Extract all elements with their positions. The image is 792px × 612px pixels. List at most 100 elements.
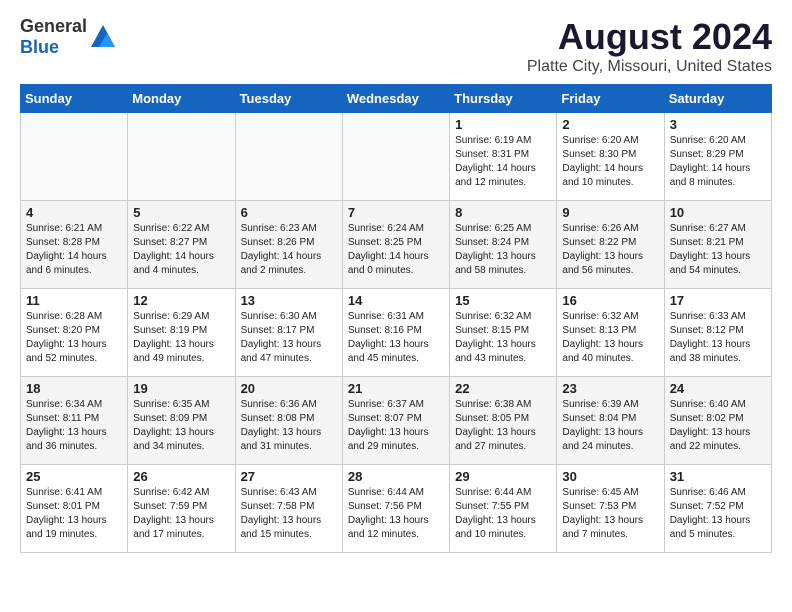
header-row: SundayMondayTuesdayWednesdayThursdayFrid… <box>21 85 772 113</box>
day-number: 16 <box>562 293 658 308</box>
day-info: Sunrise: 6:38 AM Sunset: 8:05 PM Dayligh… <box>455 398 551 454</box>
week-row-2: 4Sunrise: 6:21 AM Sunset: 8:28 PM Daylig… <box>21 201 772 289</box>
day-number: 31 <box>670 469 766 484</box>
day-cell: 6 Sunrise: 6:23 AM Sunset: 8:26 PM Daylig… <box>235 201 342 289</box>
day-info: Sunrise: 6:24 AM Sunset: 8:25 PM Dayligh… <box>348 222 444 278</box>
day-cell: 4Sunrise: 6:21 AM Sunset: 8:28 PM Daylig… <box>21 201 128 289</box>
day-number: 28 <box>348 469 444 484</box>
day-info: Sunrise: 6:44 AM Sunset: 7:56 PM Dayligh… <box>348 486 444 542</box>
day-number: 2 <box>562 117 658 132</box>
day-info: Sunrise: 6:30 AM Sunset: 8:17 PM Dayligh… <box>241 310 337 366</box>
day-info: Sunrise: 6:37 AM Sunset: 8:07 PM Dayligh… <box>348 398 444 454</box>
day-cell: 1 Sunrise: 6:19 AM Sunset: 8:31 PM Daylig… <box>450 113 557 201</box>
day-cell: 19Sunrise: 6:35 AM Sunset: 8:09 PM Dayli… <box>128 377 235 465</box>
day-number: 13 <box>241 293 337 308</box>
week-row-1: 1 Sunrise: 6:19 AM Sunset: 8:31 PM Daylig… <box>21 113 772 201</box>
week-row-5: 25 Sunrise: 6:41 AM Sunset: 8:01 PM Dayli… <box>21 465 772 553</box>
day-info: Sunrise: 6:36 AM Sunset: 8:08 PM Dayligh… <box>241 398 337 454</box>
day-number: 12 <box>133 293 229 308</box>
day-cell: 14 Sunrise: 6:31 AM Sunset: 8:16 PM Dayli… <box>342 289 449 377</box>
day-info: Sunrise: 6:22 AM Sunset: 8:27 PM Dayligh… <box>133 222 229 278</box>
day-cell <box>342 113 449 201</box>
day-info: Sunrise: 6:28 AM Sunset: 8:20 PM Dayligh… <box>26 310 122 366</box>
logo-text-blue: Blue <box>20 37 59 57</box>
day-number: 6 <box>241 205 337 220</box>
day-cell: 17Sunrise: 6:33 AM Sunset: 8:12 PM Dayli… <box>664 289 771 377</box>
day-number: 25 <box>26 469 122 484</box>
day-number: 18 <box>26 381 122 396</box>
logo-text-general: General <box>20 16 87 36</box>
day-number: 11 <box>26 293 122 308</box>
day-number: 3 <box>670 117 766 132</box>
day-number: 27 <box>241 469 337 484</box>
day-cell: 13 Sunrise: 6:30 AM Sunset: 8:17 PM Dayli… <box>235 289 342 377</box>
header-cell-saturday: Saturday <box>664 85 771 113</box>
day-cell: 23Sunrise: 6:39 AM Sunset: 8:04 PM Dayli… <box>557 377 664 465</box>
day-cell: 10 Sunrise: 6:27 AM Sunset: 8:21 PM Dayli… <box>664 201 771 289</box>
calendar-title: August 2024 <box>527 16 772 58</box>
day-info: Sunrise: 6:23 AM Sunset: 8:26 PM Dayligh… <box>241 222 337 278</box>
header-cell-tuesday: Tuesday <box>235 85 342 113</box>
header-cell-friday: Friday <box>557 85 664 113</box>
day-cell: 22 Sunrise: 6:38 AM Sunset: 8:05 PM Dayli… <box>450 377 557 465</box>
day-cell: 27 Sunrise: 6:43 AM Sunset: 7:58 PM Dayli… <box>235 465 342 553</box>
day-info: Sunrise: 6:31 AM Sunset: 8:16 PM Dayligh… <box>348 310 444 366</box>
day-info: Sunrise: 6:41 AM Sunset: 8:01 PM Dayligh… <box>26 486 122 542</box>
day-cell: 15Sunrise: 6:32 AM Sunset: 8:15 PM Dayli… <box>450 289 557 377</box>
calendar-subtitle: Platte City, Missouri, United States <box>527 58 772 76</box>
day-number: 9 <box>562 205 658 220</box>
day-cell <box>128 113 235 201</box>
day-number: 26 <box>133 469 229 484</box>
day-info: Sunrise: 6:19 AM Sunset: 8:31 PM Dayligh… <box>455 134 551 190</box>
day-info: Sunrise: 6:27 AM Sunset: 8:21 PM Dayligh… <box>670 222 766 278</box>
calendar-body: 1 Sunrise: 6:19 AM Sunset: 8:31 PM Daylig… <box>21 113 772 553</box>
week-row-4: 18 Sunrise: 6:34 AM Sunset: 8:11 PM Dayli… <box>21 377 772 465</box>
day-cell: 24 Sunrise: 6:40 AM Sunset: 8:02 PM Dayli… <box>664 377 771 465</box>
day-info: Sunrise: 6:46 AM Sunset: 7:52 PM Dayligh… <box>670 486 766 542</box>
day-info: Sunrise: 6:42 AM Sunset: 7:59 PM Dayligh… <box>133 486 229 542</box>
day-number: 24 <box>670 381 766 396</box>
calendar-header: SundayMondayTuesdayWednesdayThursdayFrid… <box>21 85 772 113</box>
header-cell-monday: Monday <box>128 85 235 113</box>
day-number: 5 <box>133 205 229 220</box>
day-cell: 31 Sunrise: 6:46 AM Sunset: 7:52 PM Dayli… <box>664 465 771 553</box>
day-info: Sunrise: 6:20 AM Sunset: 8:30 PM Dayligh… <box>562 134 658 190</box>
day-number: 10 <box>670 205 766 220</box>
day-info: Sunrise: 6:45 AM Sunset: 7:53 PM Dayligh… <box>562 486 658 542</box>
day-info: Sunrise: 6:32 AM Sunset: 8:15 PM Dayligh… <box>455 310 551 366</box>
day-cell: 26 Sunrise: 6:42 AM Sunset: 7:59 PM Dayli… <box>128 465 235 553</box>
day-number: 8 <box>455 205 551 220</box>
day-cell: 25 Sunrise: 6:41 AM Sunset: 8:01 PM Dayli… <box>21 465 128 553</box>
day-info: Sunrise: 6:29 AM Sunset: 8:19 PM Dayligh… <box>133 310 229 366</box>
day-number: 1 <box>455 117 551 132</box>
calendar-table: SundayMondayTuesdayWednesdayThursdayFrid… <box>20 84 772 553</box>
day-info: Sunrise: 6:20 AM Sunset: 8:29 PM Dayligh… <box>670 134 766 190</box>
day-number: 22 <box>455 381 551 396</box>
day-number: 29 <box>455 469 551 484</box>
day-cell: 28 Sunrise: 6:44 AM Sunset: 7:56 PM Dayli… <box>342 465 449 553</box>
logo: General Blue <box>20 16 117 58</box>
day-cell: 29Sunrise: 6:44 AM Sunset: 7:55 PM Dayli… <box>450 465 557 553</box>
day-info: Sunrise: 6:40 AM Sunset: 8:02 PM Dayligh… <box>670 398 766 454</box>
day-cell: 12 Sunrise: 6:29 AM Sunset: 8:19 PM Dayli… <box>128 289 235 377</box>
day-cell: 18 Sunrise: 6:34 AM Sunset: 8:11 PM Dayli… <box>21 377 128 465</box>
logo-icon <box>89 23 117 51</box>
day-cell: 7Sunrise: 6:24 AM Sunset: 8:25 PM Daylig… <box>342 201 449 289</box>
day-number: 14 <box>348 293 444 308</box>
day-cell: 3 Sunrise: 6:20 AM Sunset: 8:29 PM Daylig… <box>664 113 771 201</box>
day-info: Sunrise: 6:43 AM Sunset: 7:58 PM Dayligh… <box>241 486 337 542</box>
day-cell: 16 Sunrise: 6:32 AM Sunset: 8:13 PM Dayli… <box>557 289 664 377</box>
day-number: 4 <box>26 205 122 220</box>
day-cell <box>21 113 128 201</box>
day-info: Sunrise: 6:32 AM Sunset: 8:13 PM Dayligh… <box>562 310 658 366</box>
title-area: August 2024 Platte City, Missouri, Unite… <box>527 16 772 76</box>
day-cell: 21Sunrise: 6:37 AM Sunset: 8:07 PM Dayli… <box>342 377 449 465</box>
day-info: Sunrise: 6:33 AM Sunset: 8:12 PM Dayligh… <box>670 310 766 366</box>
day-info: Sunrise: 6:25 AM Sunset: 8:24 PM Dayligh… <box>455 222 551 278</box>
day-cell: 11 Sunrise: 6:28 AM Sunset: 8:20 PM Dayli… <box>21 289 128 377</box>
header-cell-sunday: Sunday <box>21 85 128 113</box>
day-cell: 30Sunrise: 6:45 AM Sunset: 7:53 PM Dayli… <box>557 465 664 553</box>
day-cell: 2 Sunrise: 6:20 AM Sunset: 8:30 PM Daylig… <box>557 113 664 201</box>
day-info: Sunrise: 6:34 AM Sunset: 8:11 PM Dayligh… <box>26 398 122 454</box>
day-cell <box>235 113 342 201</box>
